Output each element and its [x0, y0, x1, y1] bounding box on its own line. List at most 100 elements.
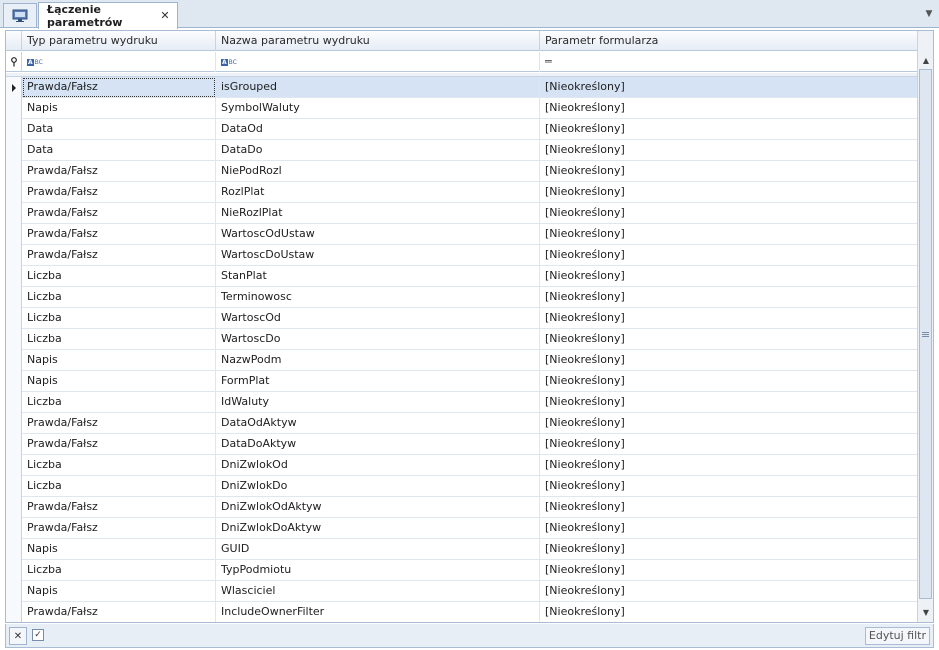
cell-typ[interactable]: Napis: [22, 98, 216, 119]
scroll-up-icon[interactable]: ▲: [918, 52, 933, 68]
cell-typ[interactable]: Liczba: [22, 308, 216, 329]
table-row[interactable]: Napis Wlasciciel [Nieokreślony]: [6, 581, 918, 602]
cell-nazwa[interactable]: IdWaluty: [216, 392, 540, 413]
table-row[interactable]: Napis GUID [Nieokreślony]: [6, 539, 918, 560]
row-indicator[interactable]: [6, 350, 22, 371]
cell-nazwa[interactable]: IncludeOwnerFilter: [216, 602, 540, 622]
cell-nazwa[interactable]: RozlPlat: [216, 182, 540, 203]
clear-filter-button[interactable]: ✕: [9, 627, 27, 645]
cell-parametr[interactable]: [Nieokreślony]: [540, 497, 918, 518]
row-indicator[interactable]: [6, 434, 22, 455]
cell-nazwa[interactable]: GUID: [216, 539, 540, 560]
row-indicator[interactable]: [6, 203, 22, 224]
cell-nazwa[interactable]: WartoscDo: [216, 329, 540, 350]
cell-parametr[interactable]: [Nieokreślony]: [540, 182, 918, 203]
cell-parametr[interactable]: [Nieokreślony]: [540, 350, 918, 371]
row-indicator[interactable]: [6, 245, 22, 266]
row-indicator[interactable]: [6, 329, 22, 350]
cell-parametr[interactable]: [Nieokreślony]: [540, 161, 918, 182]
table-row[interactable]: Prawda/Fałsz RozlPlat [Nieokreślony]: [6, 182, 918, 203]
cell-parametr[interactable]: [Nieokreślony]: [540, 518, 918, 539]
cell-typ[interactable]: Napis: [22, 581, 216, 602]
table-row[interactable]: Prawda/Fałsz NiePodRozl [Nieokreślony]: [6, 161, 918, 182]
row-indicator[interactable]: [6, 518, 22, 539]
cell-nazwa[interactable]: WartoscOd: [216, 308, 540, 329]
cell-typ[interactable]: Prawda/Fałsz: [22, 182, 216, 203]
cell-typ[interactable]: Napis: [22, 371, 216, 392]
cell-typ[interactable]: Prawda/Fałsz: [22, 161, 216, 182]
cell-parametr[interactable]: [Nieokreślony]: [540, 224, 918, 245]
cell-nazwa[interactable]: DataDoAktyw: [216, 434, 540, 455]
cell-typ[interactable]: Liczba: [22, 476, 216, 497]
cell-nazwa[interactable]: FormPlat: [216, 371, 540, 392]
cell-nazwa[interactable]: StanPlat: [216, 266, 540, 287]
cell-parametr[interactable]: [Nieokreślony]: [540, 455, 918, 476]
cell-parametr[interactable]: [Nieokreślony]: [540, 203, 918, 224]
filter-enabled-checkbox[interactable]: ✓: [32, 629, 44, 641]
table-row[interactable]: Napis SymbolWaluty [Nieokreślony]: [6, 98, 918, 119]
cell-typ[interactable]: Prawda/Fałsz: [22, 77, 216, 98]
row-indicator[interactable]: [6, 602, 22, 622]
cell-nazwa[interactable]: SymbolWaluty: [216, 98, 540, 119]
cell-nazwa[interactable]: NiePodRozl: [216, 161, 540, 182]
table-row[interactable]: Liczba WartoscOd [Nieokreślony]: [6, 308, 918, 329]
chevron-down-icon[interactable]: ▼: [923, 9, 935, 19]
cell-typ[interactable]: Liczba: [22, 455, 216, 476]
vertical-scrollbar[interactable]: ▲ ▼: [917, 31, 933, 622]
row-indicator[interactable]: [6, 224, 22, 245]
row-indicator[interactable]: [6, 287, 22, 308]
table-row[interactable]: Liczba DniZwlokDo [Nieokreślony]: [6, 476, 918, 497]
cell-nazwa[interactable]: DniZwlokDoAktyw: [216, 518, 540, 539]
table-row[interactable]: Napis FormPlat [Nieokreślony]: [6, 371, 918, 392]
cell-parametr[interactable]: [Nieokreślony]: [540, 392, 918, 413]
table-row[interactable]: Prawda/Fałsz WartoscDoUstaw [Nieokreślony]: [6, 245, 918, 266]
row-indicator[interactable]: [6, 308, 22, 329]
cell-parametr[interactable]: [Nieokreślony]: [540, 119, 918, 140]
table-row[interactable]: Prawda/Fałsz NieRozlPlat [Nieokreślony]: [6, 203, 918, 224]
cell-typ[interactable]: Prawda/Fałsz: [22, 413, 216, 434]
cell-parametr[interactable]: [Nieokreślony]: [540, 539, 918, 560]
cell-typ[interactable]: Liczba: [22, 329, 216, 350]
row-indicator[interactable]: [6, 182, 22, 203]
row-indicator[interactable]: [6, 560, 22, 581]
row-indicator[interactable]: [6, 266, 22, 287]
row-indicator[interactable]: [6, 140, 22, 161]
cell-nazwa[interactable]: TypPodmiotu: [216, 560, 540, 581]
cell-nazwa[interactable]: DataOdAktyw: [216, 413, 540, 434]
cell-typ[interactable]: Data: [22, 140, 216, 161]
cell-typ[interactable]: Prawda/Fałsz: [22, 245, 216, 266]
cell-nazwa[interactable]: NieRozlPlat: [216, 203, 540, 224]
cell-parametr[interactable]: [Nieokreślony]: [540, 413, 918, 434]
table-row[interactable]: Napis NazwPodm [Nieokreślony]: [6, 350, 918, 371]
row-indicator[interactable]: [6, 581, 22, 602]
scroll-down-icon[interactable]: ▼: [918, 604, 933, 620]
row-indicator[interactable]: [6, 371, 22, 392]
cell-nazwa[interactable]: NazwPodm: [216, 350, 540, 371]
column-header-parametr[interactable]: Parametr formularza: [540, 31, 918, 51]
table-row[interactable]: Data DataDo [Nieokreślony]: [6, 140, 918, 161]
column-header-nazwa[interactable]: Nazwa parametru wydruku: [216, 31, 540, 51]
cell-typ[interactable]: Prawda/Fałsz: [22, 203, 216, 224]
row-indicator[interactable]: [6, 539, 22, 560]
table-row[interactable]: Prawda/Fałsz DniZwlokOdAktyw [Nieokreślony…: [6, 497, 918, 518]
cell-parametr[interactable]: [Nieokreślony]: [540, 581, 918, 602]
cell-typ[interactable]: Prawda/Fałsz: [22, 434, 216, 455]
row-indicator[interactable]: [6, 413, 22, 434]
tab-laczenie-parametrow[interactable]: Łączenie parametrów ✕: [38, 2, 178, 29]
table-row[interactable]: Data DataOd [Nieokreślony]: [6, 119, 918, 140]
cell-typ[interactable]: Napis: [22, 350, 216, 371]
tab-home[interactable]: [3, 3, 37, 27]
cell-nazwa[interactable]: DniZwlokOdAktyw: [216, 497, 540, 518]
table-row[interactable]: Prawda/Fałsz isGrouped [Nieokreślony]: [6, 77, 918, 98]
filter-cell-typ[interactable]: A BC: [22, 52, 216, 72]
filter-cell-nazwa[interactable]: A BC: [216, 52, 540, 72]
cell-parametr[interactable]: [Nieokreślony]: [540, 560, 918, 581]
table-row[interactable]: Prawda/Fałsz WartoscOdUstaw [Nieokreślony]: [6, 224, 918, 245]
cell-nazwa[interactable]: DataDo: [216, 140, 540, 161]
cell-typ[interactable]: Napis: [22, 539, 216, 560]
cell-nazwa[interactable]: WartoscDoUstaw: [216, 245, 540, 266]
table-row[interactable]: Prawda/Fałsz DataDoAktyw [Nieokreślony]: [6, 434, 918, 455]
cell-parametr[interactable]: [Nieokreślony]: [540, 308, 918, 329]
cell-parametr[interactable]: [Nieokreślony]: [540, 476, 918, 497]
table-row[interactable]: Liczba StanPlat [Nieokreślony]: [6, 266, 918, 287]
